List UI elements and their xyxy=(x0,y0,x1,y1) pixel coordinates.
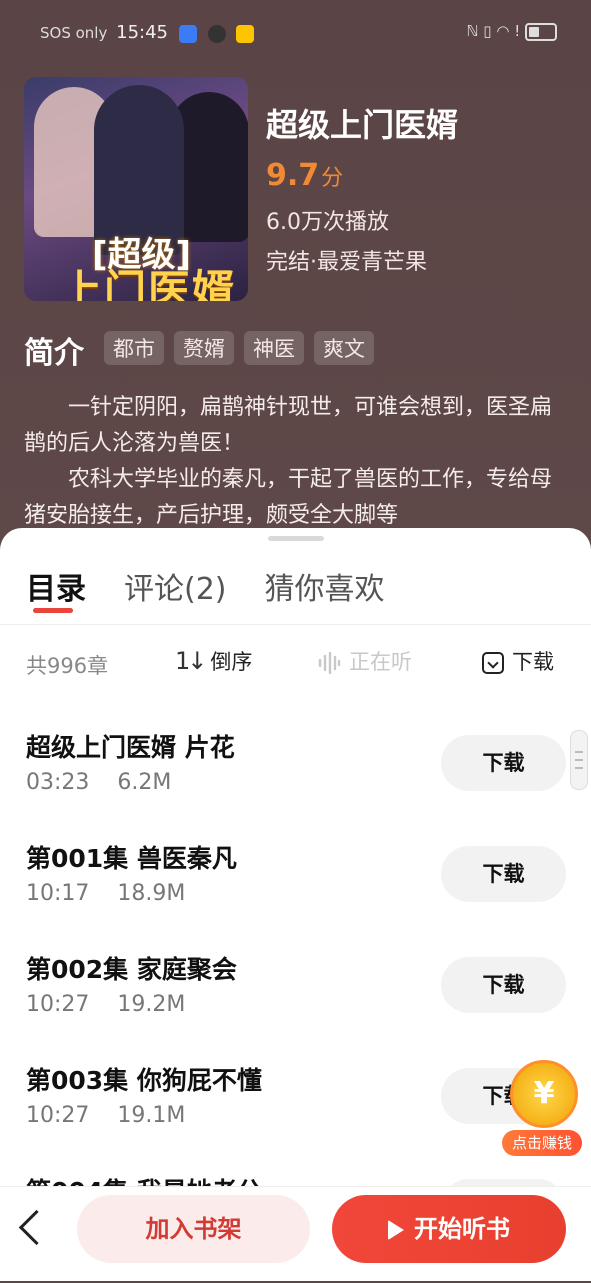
episode-size: 18.9M xyxy=(117,881,186,906)
scrollbar-handle[interactable] xyxy=(570,730,588,790)
clock: 15:45 xyxy=(116,22,169,43)
episode-duration: 10:27 xyxy=(26,992,90,1017)
sort-label: 倒序 xyxy=(210,650,253,674)
catalog-sheet: 目录 评论(2) 猜你喜欢 共996章 1↓ 倒序 正在听 下载 超级上门医婿 片… xyxy=(0,528,591,1280)
episode-title: 超级上门医婿 片花 xyxy=(26,733,235,762)
alert-icon: ! xyxy=(514,22,521,40)
sort-button[interactable]: 1↓ 倒序 xyxy=(175,646,252,676)
episode-meta: 10:27 19.1M xyxy=(26,1103,185,1128)
nfc-icon: ℕ xyxy=(466,22,479,40)
list-item[interactable]: 第001集 兽医秦凡 10:17 18.9M 下载 xyxy=(0,839,591,950)
coin-icon: ¥ xyxy=(510,1060,578,1128)
intro-heading: 简介 xyxy=(24,336,84,371)
score-unit: 分 xyxy=(321,166,344,191)
sort-icon: 1↓ xyxy=(175,647,207,675)
earn-label: 点击赚钱 xyxy=(502,1130,582,1156)
episode-size: 6.2M xyxy=(117,770,172,795)
book-status[interactable]: 完结·最爱青芒果 xyxy=(266,244,427,276)
tag[interactable]: 神医 xyxy=(244,331,304,365)
cover-text-line2: 上门医婿 xyxy=(60,266,237,301)
intro-description[interactable]: 一针定阴阳，扁鹊神针现世，可谁会想到，医圣扁鹊的后人沦落为兽医！ 农科大学毕业的… xyxy=(24,390,568,534)
app-icon xyxy=(207,24,226,43)
download-icon xyxy=(482,652,504,674)
episode-size: 19.2M xyxy=(117,992,186,1017)
start-listening-label: 开始听书 xyxy=(414,1215,510,1243)
app-icon-yellow xyxy=(236,24,255,43)
status-left: SOS only 15:45 xyxy=(40,22,255,43)
tag[interactable]: 赘婿 xyxy=(174,331,234,365)
download-button[interactable]: 下载 xyxy=(441,957,566,1013)
play-icon xyxy=(388,1220,404,1240)
tag-list: 都市 赘婿 神医 爽文 xyxy=(104,331,374,365)
bottom-action-bar: 加入书架 开始听书 xyxy=(0,1186,591,1281)
catalog-toolbar: 共996章 1↓ 倒序 正在听 下载 xyxy=(0,646,591,686)
shield-app-icon xyxy=(178,24,197,43)
tag[interactable]: 都市 xyxy=(104,331,164,365)
book-score: 9.7分 xyxy=(266,158,343,193)
tab-bar: 目录 评论(2) 猜你喜欢 xyxy=(26,564,385,608)
active-tab-indicator xyxy=(33,608,73,613)
chapter-count: 共996章 xyxy=(26,654,109,678)
tab-comments[interactable]: 评论(2) xyxy=(124,564,227,608)
now-listening-label: 正在听 xyxy=(349,650,412,674)
download-button[interactable]: 下载 xyxy=(441,735,566,791)
add-to-shelf-button[interactable]: 加入书架 xyxy=(77,1195,310,1263)
book-title: 超级上门医婿 xyxy=(266,106,459,144)
play-count: 6.0万次播放 xyxy=(266,210,389,235)
intro-paragraph: 农科大学毕业的秦凡，干起了兽医的工作，专给母猪安胎接生，产后护理，颇受全大脚等 xyxy=(24,467,553,528)
back-arrow-icon[interactable] xyxy=(18,1209,55,1246)
episode-meta: 10:27 19.2M xyxy=(26,992,185,1017)
start-listening-button[interactable]: 开始听书 xyxy=(332,1195,566,1263)
download-button[interactable]: 下载 xyxy=(441,846,566,902)
episode-meta: 03:23 6.2M xyxy=(26,770,171,795)
episode-duration: 10:27 xyxy=(26,1103,90,1128)
download-label: 下载 xyxy=(512,650,554,674)
intro-paragraph: 一针定阴阳，扁鹊神针现世，可谁会想到，医圣扁鹊的后人沦落为兽医！ xyxy=(24,395,553,456)
episode-title: 第002集 家庭聚会 xyxy=(26,955,237,984)
battery-icon xyxy=(525,22,557,41)
carrier-text: SOS only xyxy=(40,24,108,42)
episode-duration: 03:23 xyxy=(26,770,90,795)
list-item[interactable]: 第002集 家庭聚会 10:27 19.2M 下载 xyxy=(0,950,591,1061)
status-bar: SOS only 15:45 ℕ ▯ ◠ ! xyxy=(0,0,591,66)
audio-wave-icon xyxy=(318,652,341,674)
book-cover[interactable]: [超级] 上门医婿 xyxy=(24,77,248,301)
status-right: ℕ ▯ ◠ ! xyxy=(466,22,557,41)
episode-title: 第003集 你狗屁不懂 xyxy=(26,1066,262,1095)
sheet-drag-handle[interactable] xyxy=(268,536,324,541)
tab-recommend[interactable]: 猜你喜欢 xyxy=(265,564,385,608)
episode-size: 19.1M xyxy=(117,1103,186,1128)
episode-meta: 10:17 18.9M xyxy=(26,881,185,906)
list-item[interactable]: 超级上门医婿 片花 03:23 6.2M 下载 xyxy=(0,728,591,839)
vibrate-icon: ▯ xyxy=(483,22,492,40)
wifi-icon: ◠ xyxy=(496,22,510,40)
now-listening-button[interactable]: 正在听 xyxy=(317,646,412,676)
batch-download-button[interactable]: 下载 xyxy=(482,646,554,676)
episode-duration: 10:17 xyxy=(26,881,90,906)
earn-money-widget[interactable]: ¥ 点击赚钱 xyxy=(502,1058,582,1158)
episode-title: 第001集 兽医秦凡 xyxy=(26,844,237,873)
tag[interactable]: 爽文 xyxy=(314,331,374,365)
tab-catalog[interactable]: 目录 xyxy=(26,564,86,608)
score-value: 9.7 xyxy=(266,158,320,193)
divider xyxy=(0,624,591,625)
